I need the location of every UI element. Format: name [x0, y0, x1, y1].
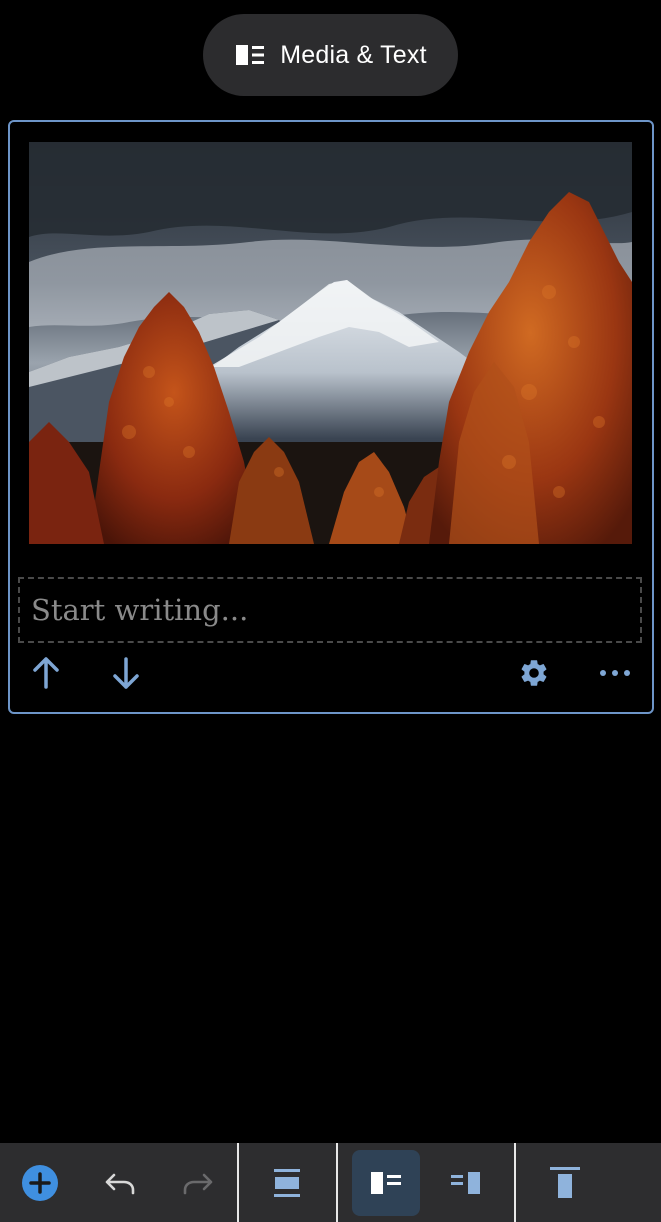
text-input[interactable]: Start writing...: [18, 577, 642, 643]
text-placeholder: Start writing...: [31, 593, 249, 627]
arrow-down-icon: [113, 657, 139, 689]
block-type-label: Media & Text: [280, 40, 427, 69]
settings-button[interactable]: [514, 653, 554, 693]
more-options-button[interactable]: [595, 653, 635, 693]
media-left-button[interactable]: [362, 1143, 410, 1222]
vertical-align-button[interactable]: [541, 1143, 589, 1222]
toolbar-divider: [514, 1143, 516, 1222]
toolbar-divider: [237, 1143, 239, 1222]
editor-screen: Media & Text Start writing...: [0, 0, 661, 1222]
media-right-icon: [451, 1171, 480, 1194]
align-button[interactable]: [263, 1143, 311, 1222]
gear-icon: [521, 660, 547, 686]
undo-button[interactable]: [96, 1143, 144, 1222]
bottom-toolbar: [0, 1143, 661, 1222]
redo-icon: [183, 1173, 213, 1194]
media-left-icon: [371, 1171, 401, 1194]
media-right-button[interactable]: [442, 1143, 490, 1222]
block-type-indicator[interactable]: Media & Text: [203, 14, 458, 96]
toolbar-divider: [336, 1143, 338, 1222]
add-block-icon: [22, 1164, 58, 1201]
more-horizontal-icon: [600, 670, 630, 676]
align-center-icon: [274, 1168, 300, 1197]
add-block-button[interactable]: [16, 1143, 64, 1222]
move-up-button[interactable]: [26, 653, 66, 693]
arrow-up-icon: [33, 657, 59, 689]
undo-icon: [105, 1173, 135, 1194]
media-text-icon: [236, 45, 265, 65]
move-down-button[interactable]: [106, 653, 146, 693]
media-image[interactable]: [29, 142, 632, 544]
vertical-align-top-icon: [550, 1166, 580, 1198]
redo-button[interactable]: [174, 1143, 222, 1222]
